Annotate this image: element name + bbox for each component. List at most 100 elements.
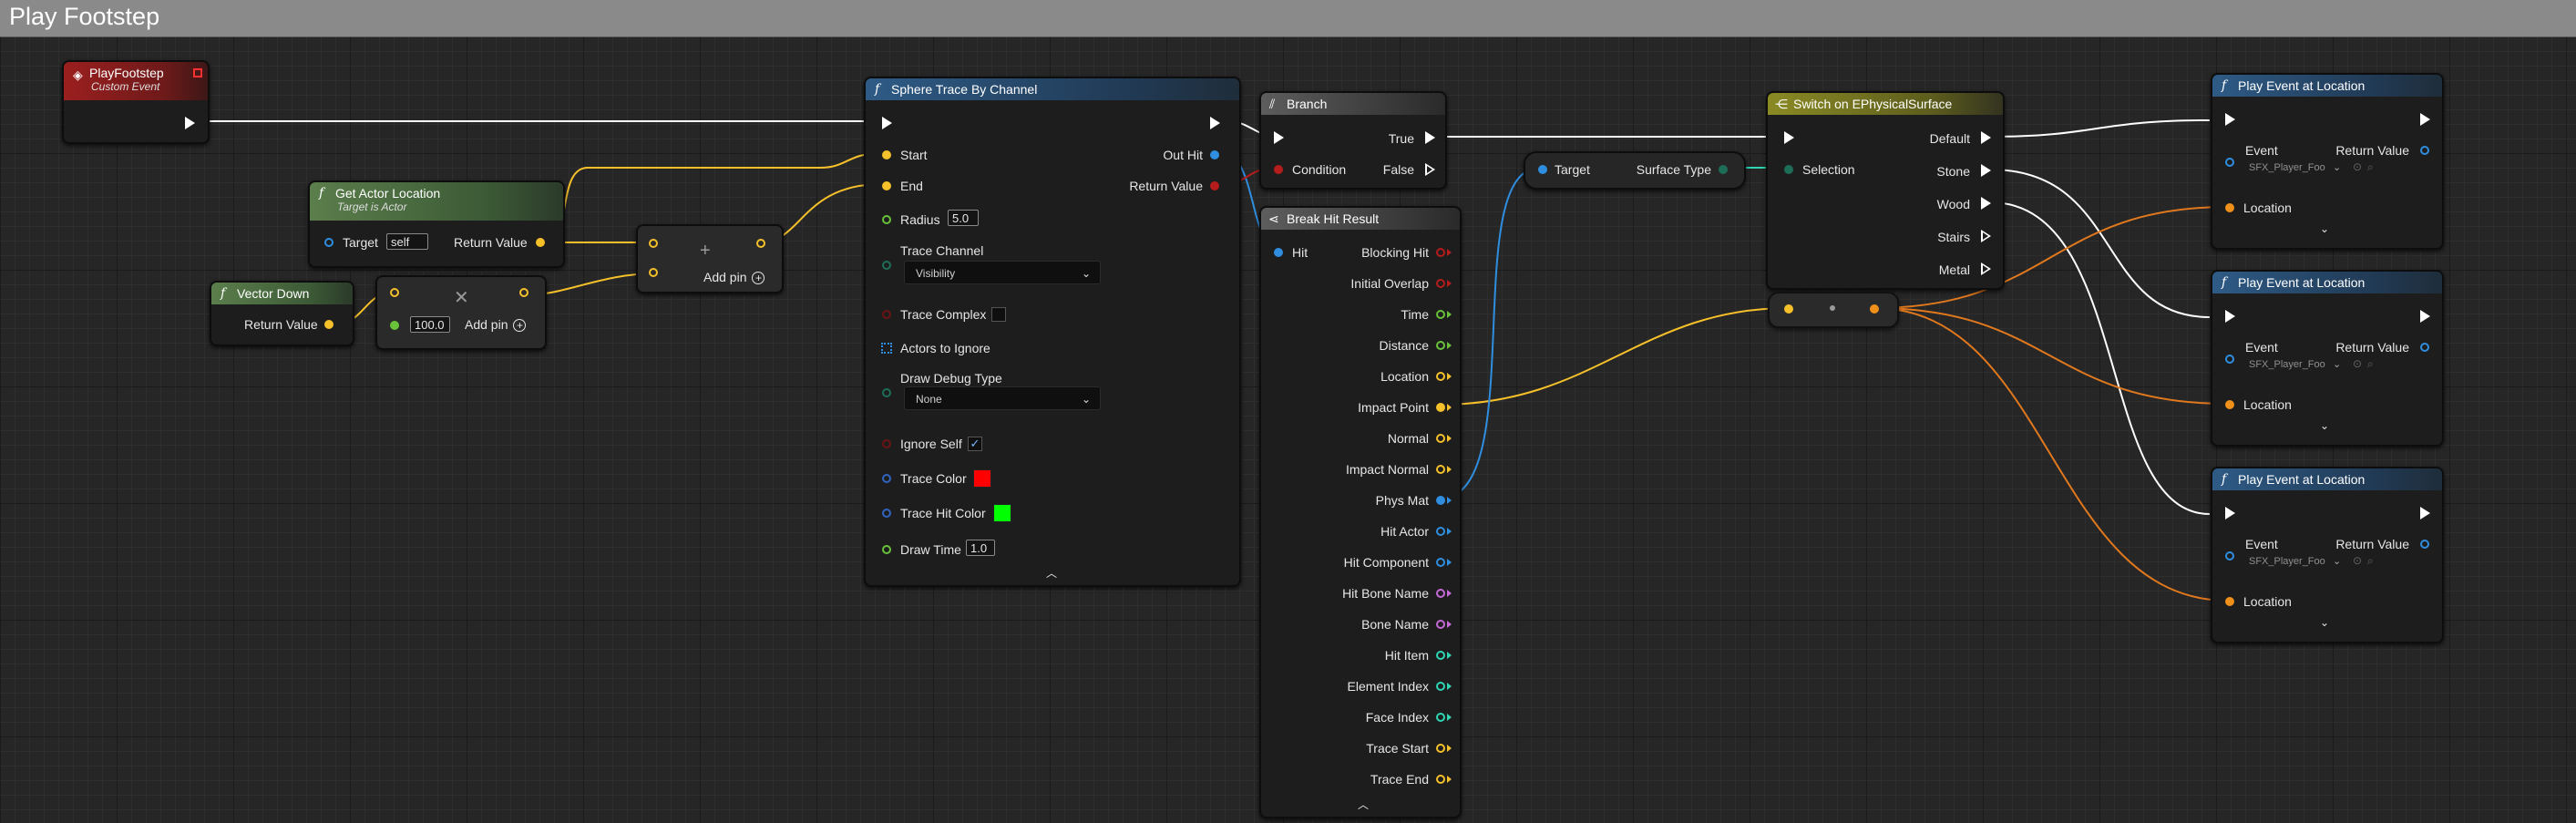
exec-in-pin[interactable]	[1784, 131, 1794, 144]
switch-output-exec-pin[interactable]	[1981, 262, 1991, 275]
exec-in-pin[interactable]	[2225, 113, 2235, 126]
break-hit-output-pin[interactable]	[1436, 744, 1445, 753]
trace-channel-pin[interactable]	[882, 261, 891, 270]
draw-time-pin[interactable]	[882, 545, 891, 554]
exec-out-pin[interactable]	[1210, 117, 1220, 129]
trace-complex-pin[interactable]	[882, 310, 891, 319]
event-pin[interactable]	[2225, 355, 2234, 364]
play-event-at-location-node[interactable]: f Play Event at Location Event SFX_Player_F…	[2211, 73, 2444, 250]
event-pin[interactable]	[2225, 551, 2234, 561]
target-self-field[interactable]: self	[386, 233, 428, 250]
hit-input-pin[interactable]	[1274, 248, 1283, 257]
return-bool-pin[interactable]	[1210, 181, 1219, 190]
break-hit-output-pin[interactable]	[1436, 279, 1445, 288]
exec-in-pin[interactable]	[1274, 131, 1284, 144]
browse-search-icon[interactable]: ⌕	[2367, 160, 2374, 174]
break-hit-output-pin[interactable]	[1436, 682, 1445, 691]
end-pin[interactable]	[882, 181, 891, 190]
custom-event-node[interactable]: ◈ PlayFootstep Custom Event	[62, 60, 210, 144]
break-hit-result-node[interactable]: ⋖ Break Hit Result Hit Blocking Hit Initi…	[1259, 206, 1462, 818]
browse-search-icon[interactable]: ⌕	[2367, 554, 2374, 568]
add-b-pin[interactable]	[649, 268, 658, 277]
multiply-b-pin[interactable]	[390, 321, 399, 330]
draw-time-field[interactable]: 1.0	[966, 540, 995, 556]
use-selected-icon[interactable]: ⊙	[2353, 554, 2362, 567]
trace-color-swatch[interactable]	[973, 469, 991, 488]
radius-field[interactable]: 5.0	[948, 210, 979, 226]
break-hit-output-pin[interactable]	[1436, 775, 1445, 784]
draw-debug-type-dropdown[interactable]: None ⌄	[904, 386, 1101, 410]
switch-physical-surface-node[interactable]: ⋲ Switch on EPhysicalSurface Selection D…	[1766, 91, 2005, 290]
switch-output-exec-pin[interactable]	[1981, 131, 1991, 144]
target-pin[interactable]	[1538, 165, 1547, 174]
switch-output-exec-pin[interactable]	[1981, 164, 1991, 177]
break-hit-output-pin[interactable]	[1436, 341, 1445, 350]
event-pin[interactable]	[2225, 158, 2234, 167]
exec-out-pin[interactable]	[2420, 310, 2430, 323]
break-hit-output-pin[interactable]	[1436, 620, 1445, 629]
selection-pin[interactable]	[1784, 165, 1793, 174]
break-hit-output-pin[interactable]	[1436, 496, 1445, 505]
expand-chevron-down-icon[interactable]: ⌄	[2320, 419, 2329, 432]
multiply-b-value-field[interactable]: 100.0	[410, 316, 450, 333]
return-value-pin[interactable]	[2420, 343, 2429, 352]
trace-hit-color-pin[interactable]	[882, 509, 891, 518]
target-object-pin[interactable]	[324, 238, 334, 247]
get-surface-type-node[interactable]: Target Surface Type	[1524, 151, 1746, 190]
trace-hit-color-swatch[interactable]	[993, 504, 1011, 522]
break-hit-output-pin[interactable]	[1436, 527, 1445, 536]
exec-out-pin[interactable]	[2420, 507, 2430, 520]
ignore-self-pin[interactable]	[882, 439, 891, 448]
radius-pin[interactable]	[882, 215, 891, 224]
false-exec-pin[interactable]	[1425, 163, 1435, 176]
add-add-pin-button[interactable]: Add pin +	[703, 270, 765, 285]
exec-out-pin[interactable]	[185, 117, 195, 129]
condition-pin[interactable]	[1274, 165, 1283, 174]
add-a-pin[interactable]	[649, 239, 658, 248]
event-asset-dropdown[interactable]: SFX_Player_Foo ⌄	[2249, 552, 2349, 571]
sphere-trace-node[interactable]: f Sphere Trace By Channel Start Out Hit …	[864, 77, 1241, 587]
blueprint-graph-canvas[interactable]: Play Footstep ◈ PlayFootstep Custom Even…	[0, 0, 2576, 823]
get-actor-location-node[interactable]: f Get Actor Location Target is Actor Tar…	[308, 180, 565, 268]
delegate-pin-icon[interactable]	[193, 68, 202, 77]
ignore-self-checkbox[interactable]: ✓	[968, 437, 982, 451]
use-selected-icon[interactable]: ⊙	[2353, 357, 2362, 370]
branch-node[interactable]: ⫽ Branch True Condition False	[1259, 91, 1447, 190]
break-hit-output-pin[interactable]	[1436, 310, 1445, 319]
vector-down-node[interactable]: f Vector Down Return Value	[210, 281, 354, 346]
collapse-chevron-up-icon[interactable]: ︿	[1358, 797, 1369, 812]
play-event-at-location-node[interactable]: f Play Event at Location Event SFX_Player_F…	[2211, 270, 2444, 447]
start-pin[interactable]	[882, 150, 891, 159]
expand-chevron-down-icon[interactable]: ⌄	[2320, 616, 2329, 629]
multiply-add-pin-button[interactable]: Add pin +	[465, 317, 527, 333]
break-hit-output-pin[interactable]	[1436, 372, 1445, 381]
return-value-pin[interactable]	[2420, 146, 2429, 155]
use-selected-icon[interactable]: ⊙	[2353, 160, 2362, 173]
play-event-at-location-node[interactable]: f Play Event at Location Event SFX_Player_F…	[2211, 467, 2444, 643]
expand-chevron-down-icon[interactable]: ⌄	[2320, 222, 2329, 235]
reroute-in-pin[interactable]	[1784, 304, 1793, 314]
reroute-node[interactable]	[1768, 292, 1899, 328]
array-pin-icon[interactable]	[881, 343, 892, 354]
exec-in-pin[interactable]	[2225, 310, 2235, 323]
location-pin[interactable]	[2225, 400, 2234, 409]
exec-out-pin[interactable]	[2420, 113, 2430, 126]
multiply-node[interactable]: 100.0 ✕ Add pin +	[375, 275, 547, 350]
event-asset-dropdown[interactable]: SFX_Player_Foo ⌄	[2249, 355, 2349, 374]
trace-channel-dropdown[interactable]: Visibility ⌄	[904, 261, 1101, 284]
location-pin[interactable]	[2225, 203, 2234, 212]
break-hit-output-pin[interactable]	[1436, 465, 1445, 474]
break-hit-output-pin[interactable]	[1436, 713, 1445, 722]
out-hit-pin[interactable]	[1210, 150, 1219, 159]
reroute-out-pin[interactable]	[1870, 304, 1879, 314]
surface-type-pin[interactable]	[1719, 165, 1728, 174]
trace-complex-checkbox[interactable]	[991, 307, 1006, 322]
browse-search-icon[interactable]: ⌕	[2367, 357, 2374, 371]
return-vector-pin[interactable]	[536, 238, 545, 247]
vector-down-return-pin[interactable]	[324, 320, 334, 329]
multiply-a-pin[interactable]	[390, 288, 399, 297]
return-value-pin[interactable]	[2420, 540, 2429, 549]
break-hit-output-pin[interactable]	[1436, 589, 1445, 598]
exec-in-pin[interactable]	[2225, 507, 2235, 520]
break-hit-output-pin[interactable]	[1436, 248, 1445, 257]
